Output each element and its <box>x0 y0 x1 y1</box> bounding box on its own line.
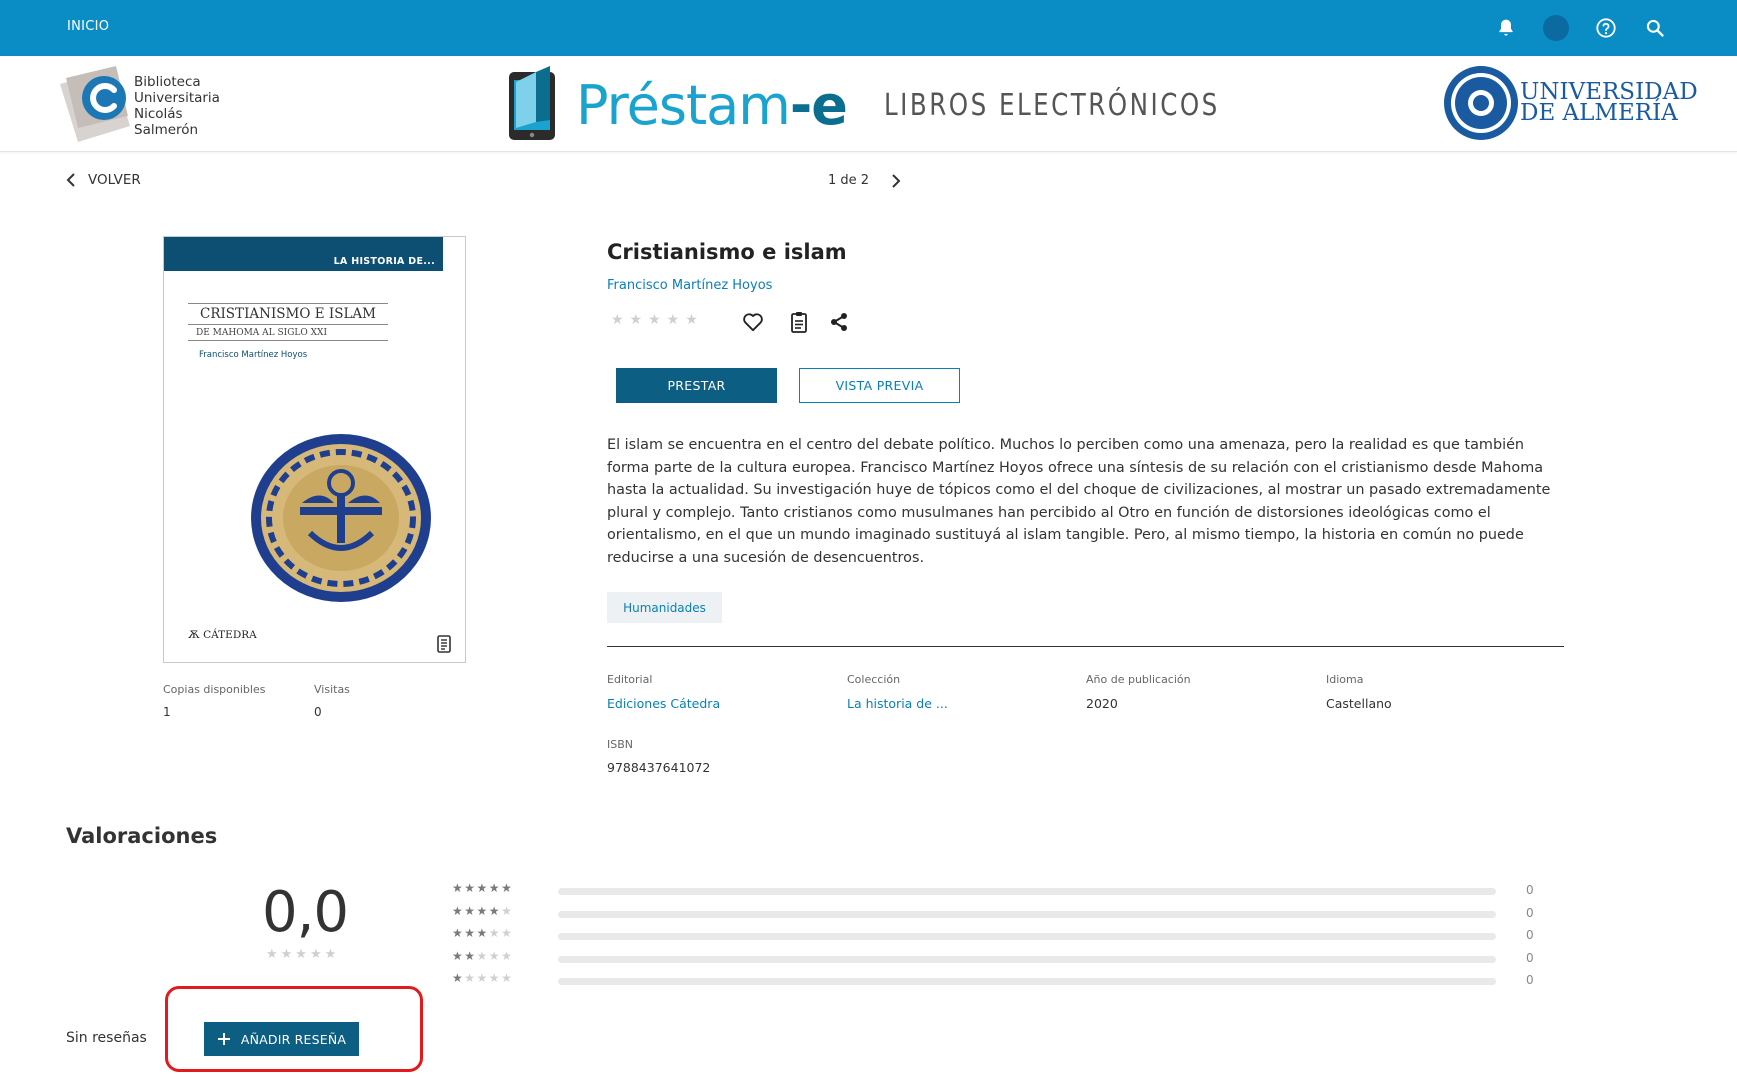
book-description: El islam se encuentra en el centro del d… <box>607 437 1551 566</box>
divider <box>607 646 1564 647</box>
chevron-right-icon[interactable] <box>891 173 901 188</box>
average-score: 0,0 <box>262 880 349 945</box>
library-name: Biblioteca Universitaria Nicolás Salmeró… <box>134 74 220 138</box>
ceramic-plate-image <box>251 434 431 602</box>
site-header: Biblioteca Universitaria Nicolás Salmeró… <box>0 56 1737 152</box>
rating-row-bar <box>558 933 1496 941</box>
rating-row-3: ★★★★★ 0 <box>452 926 1542 946</box>
editorial-label: Editorial <box>607 673 653 686</box>
rating-row-1: ★★★★★ 0 <box>452 971 1542 991</box>
share-icon[interactable] <box>826 309 852 335</box>
rating-row-bar <box>558 955 1496 963</box>
coleccion-label: Colección <box>847 673 901 686</box>
visits-label: Visitas <box>314 683 350 696</box>
rating-row-stars: ★★★★★ <box>452 926 514 941</box>
university-seal-icon[interactable] <box>1442 64 1520 142</box>
language-value: Castellano <box>1326 696 1392 711</box>
book-rating-stars[interactable]: ★★★★★ <box>611 312 704 328</box>
cover-series: LA HISTORIA DE... <box>164 237 443 271</box>
average-stars: ★★★★★ <box>266 947 340 962</box>
rating-row-2: ★★★★★ 0 <box>452 949 1542 969</box>
isbn-value: 9788437641072 <box>607 760 711 775</box>
book-title: Cristianismo e islam <box>607 240 847 264</box>
tablet-book-icon <box>509 66 555 140</box>
book-author-link[interactable]: Francisco Martínez Hoyos <box>607 278 772 293</box>
rating-row-bar <box>558 978 1496 986</box>
coleccion-link[interactable]: La historia de ... <box>847 696 948 711</box>
subject-tag[interactable]: Humanidades <box>607 592 722 623</box>
ratings-title: Valoraciones <box>66 824 218 848</box>
cover-publisher: Ѫ CÁTEDRA <box>188 629 257 641</box>
cover-subtitle: DE MAHOMA AL SIGLO XXI <box>188 326 388 341</box>
cover-author: Francisco Martínez Hoyos <box>199 350 308 360</box>
rating-row-stars: ★★★★★ <box>452 903 514 918</box>
book-cover[interactable]: LA HISTORIA DE... CRISTIANISMO E ISLAM D… <box>163 236 466 663</box>
rating-row-stars: ★★★★★ <box>452 971 514 986</box>
highlight-box <box>165 986 423 1072</box>
pager: 1 de 2 <box>828 173 901 188</box>
rating-row-bar <box>558 888 1496 895</box>
lend-button[interactable]: PRESTAR <box>616 368 777 403</box>
prestame-logo[interactable]: Préstam-e <box>506 60 856 150</box>
chevron-left-icon <box>66 173 75 187</box>
rating-row-count: 0 <box>1526 973 1534 988</box>
preview-button[interactable]: VISTA PREVIA <box>799 368 960 403</box>
bell-icon[interactable] <box>1492 14 1520 42</box>
rating-row-stars: ★★★★★ <box>452 948 514 963</box>
visits-value: 0 <box>314 705 322 719</box>
clipboard-icon[interactable] <box>786 309 812 335</box>
document-icon <box>437 635 451 653</box>
rating-row-stars: ★★★★★ <box>452 881 514 895</box>
rating-row-count: 0 <box>1526 928 1534 943</box>
top-bar: INICIO <box>0 0 1737 56</box>
home-link[interactable]: INICIO <box>67 19 109 34</box>
back-button[interactable]: VOLVER <box>66 172 141 188</box>
year-value: 2020 <box>1086 696 1118 711</box>
user-avatar-icon[interactable] <box>1543 15 1569 41</box>
copies-label: Copias disponibles <box>163 683 266 696</box>
isbn-label: ISBN <box>607 738 634 751</box>
rating-row-count: 0 <box>1526 883 1534 897</box>
pager-label: 1 de 2 <box>828 173 870 188</box>
copies-value: 1 <box>163 705 171 719</box>
rating-row-5: ★★★★★ 0 <box>452 881 1542 901</box>
university-name: UNIVERSIDAD DE ALMERÍA <box>1520 79 1698 126</box>
year-label: Año de publicación <box>1086 673 1191 686</box>
rating-row-bar <box>558 910 1496 918</box>
heart-icon[interactable] <box>740 309 766 335</box>
search-icon[interactable] <box>1641 14 1669 42</box>
language-label: Idioma <box>1326 673 1364 686</box>
help-icon[interactable] <box>1592 14 1620 42</box>
rating-row-count: 0 <box>1526 950 1534 965</box>
brand-tagline: LIBROS ELECTRÓNICOS <box>884 88 1220 123</box>
rating-row-count: 0 <box>1526 905 1534 920</box>
rating-row-4: ★★★★★ 0 <box>452 904 1542 924</box>
cover-title: CRISTIANISMO E ISLAM <box>188 303 388 325</box>
no-reviews-text: Sin reseñas <box>66 1030 147 1046</box>
editorial-link[interactable]: Ediciones Cátedra <box>607 696 720 711</box>
